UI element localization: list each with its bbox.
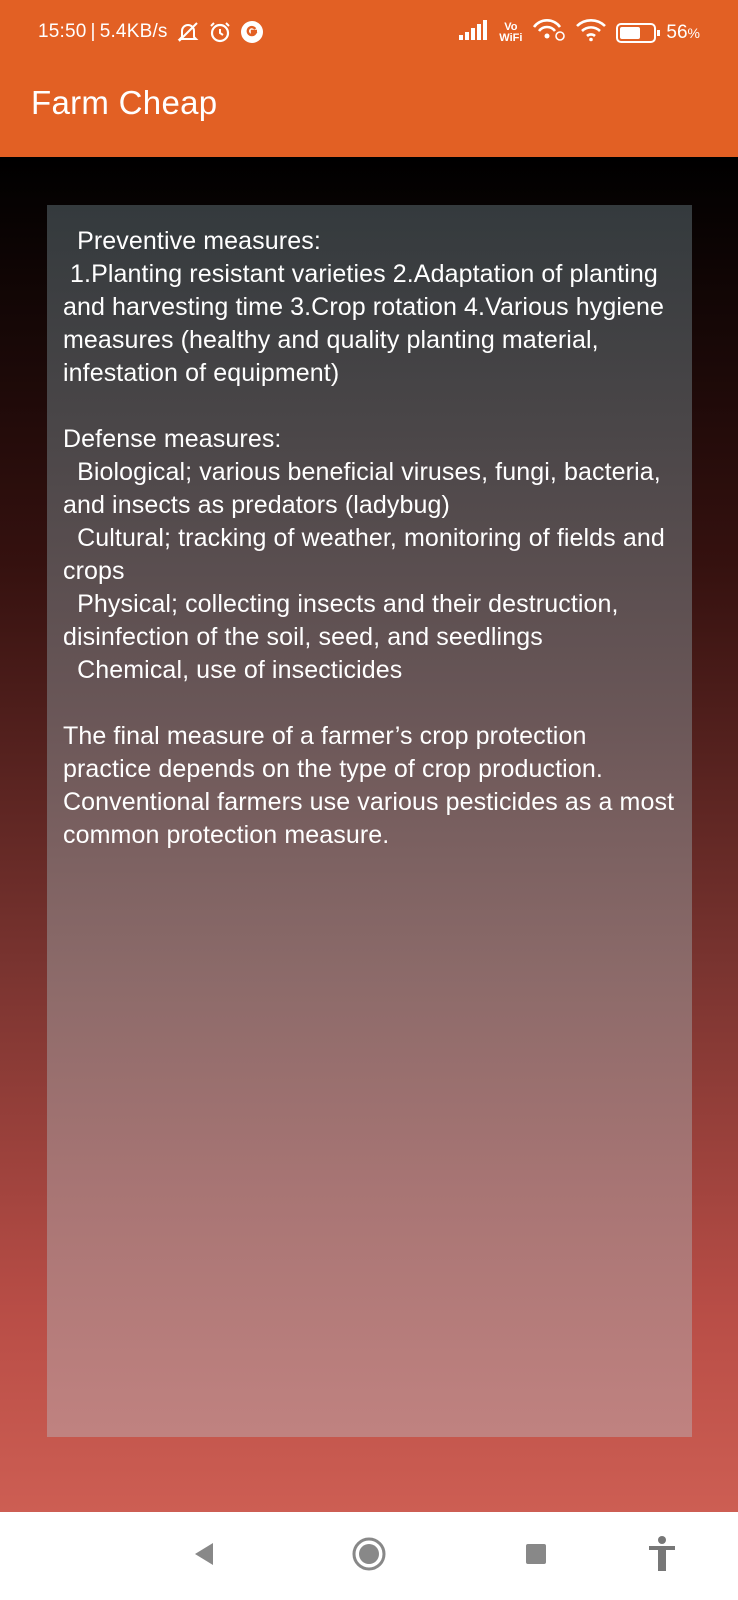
- status-bar: 15:50 | 5.4KB/s Vo WiFi 56%: [0, 0, 738, 66]
- info-card: Preventive measures: 1.Planting resistan…: [47, 205, 692, 1437]
- recents-button[interactable]: [516, 1536, 556, 1576]
- crop-protection-text: Preventive measures: 1.Planting resistan…: [63, 227, 675, 849]
- home-button[interactable]: [349, 1536, 389, 1576]
- battery-percent: 56%: [666, 22, 700, 44]
- google-icon: [240, 20, 264, 44]
- back-icon: [192, 1541, 216, 1572]
- alarm-icon: [208, 20, 232, 44]
- signal-icon: [459, 20, 489, 46]
- status-time: 15:50: [38, 21, 87, 42]
- app-title: Farm Cheap: [31, 84, 218, 121]
- home-icon: [351, 1536, 387, 1577]
- back-button[interactable]: [184, 1536, 224, 1576]
- wifi-calling-icon: [532, 18, 566, 48]
- wifi-icon: [576, 18, 607, 48]
- system-nav-bar: [0, 1512, 738, 1600]
- network-speed: 5.4KB/s: [99, 21, 168, 42]
- battery-percent-unit: %: [687, 25, 700, 41]
- vowifi-indicator: Vo WiFi: [499, 22, 522, 44]
- app-top-bar: 15:50 | 5.4KB/s Vo WiFi 56% Farm Cheap: [0, 0, 738, 157]
- battery-percent-value: 56: [666, 22, 688, 43]
- mute-icon: [176, 21, 200, 43]
- status-left: 15:50 | 5.4KB/s: [38, 20, 264, 44]
- status-right: Vo WiFi 56%: [449, 18, 700, 48]
- accessibility-button[interactable]: [642, 1535, 682, 1578]
- accessibility-icon: [647, 1535, 677, 1578]
- status-separator: |: [90, 21, 96, 42]
- vowifi-bottom: WiFi: [499, 32, 523, 44]
- recents-icon: [524, 1542, 548, 1571]
- battery-icon: [616, 22, 662, 44]
